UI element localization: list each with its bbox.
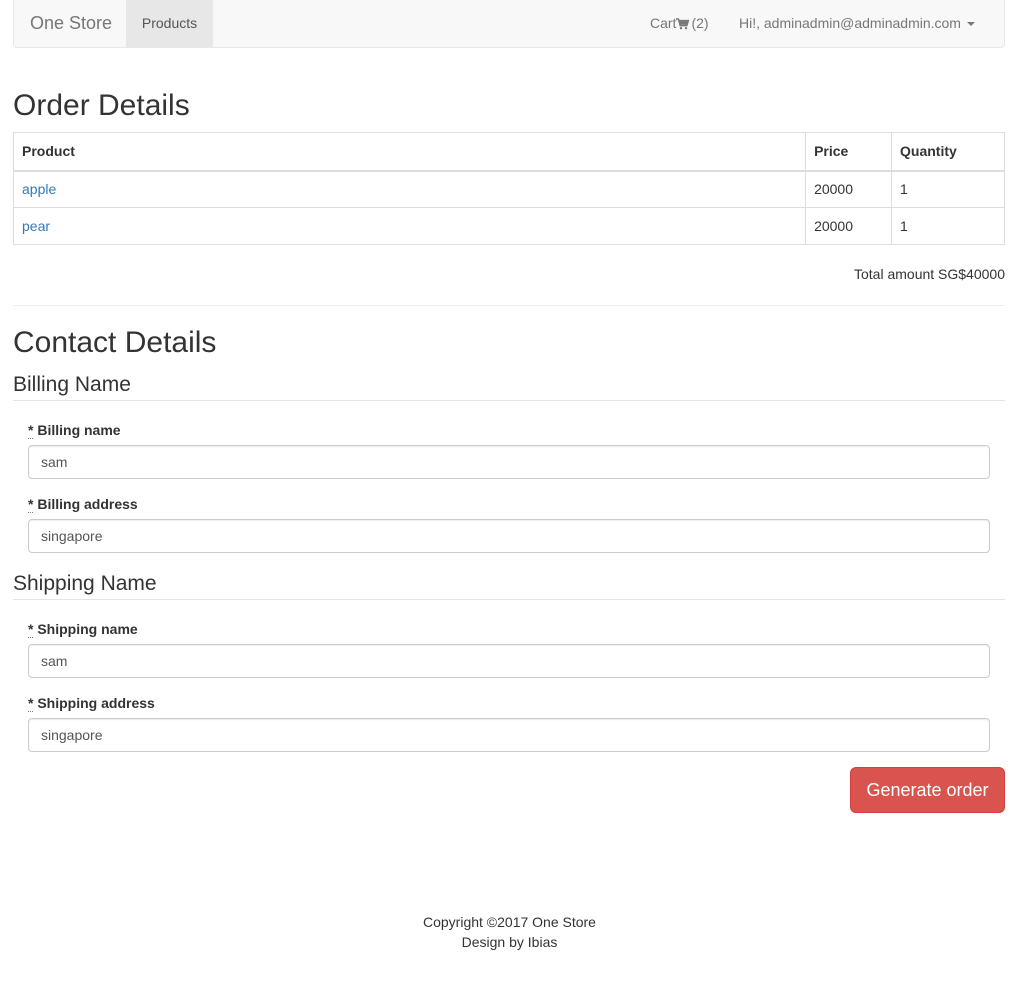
user-menu-dropdown[interactable]: Hi!, adminadmin@adminadmin.com bbox=[739, 0, 975, 47]
table-header-row: Product Price Quantity bbox=[12, 132, 1005, 172]
section-divider bbox=[13, 305, 1005, 306]
product-link[interactable]: pear bbox=[22, 218, 50, 234]
column-header-product: Product bbox=[12, 132, 807, 172]
shipping-heading: Shipping Name bbox=[13, 572, 1005, 601]
shopping-cart-icon bbox=[676, 18, 690, 30]
required-marker: * bbox=[28, 496, 34, 513]
column-header-quantity: Quantity bbox=[891, 132, 1005, 172]
required-marker: * bbox=[28, 422, 34, 439]
shipping-name-input[interactable] bbox=[28, 644, 990, 678]
required-marker: * bbox=[28, 621, 34, 638]
top-navbar: One Store Products Cart (2) Hi!, adminadm… bbox=[13, 0, 1005, 48]
cart-count: (2) bbox=[691, 15, 709, 31]
billing-address-label: * Billing address bbox=[28, 496, 138, 513]
column-header-price: Price bbox=[805, 132, 893, 172]
user-greeting: Hi!, adminadmin@adminadmin.com bbox=[739, 15, 961, 31]
footer-copyright: Copyright ©2017 One Store bbox=[423, 914, 596, 930]
shipping-name-label: * Shipping name bbox=[28, 621, 138, 638]
billing-name-input[interactable] bbox=[28, 445, 990, 479]
nav-cart-link[interactable]: Cart (2) bbox=[650, 0, 709, 47]
caret-down-icon bbox=[966, 22, 975, 26]
table-row: apple 20000 1 bbox=[12, 170, 1005, 208]
order-total: Total amount SG$40000 bbox=[854, 266, 1005, 282]
brand-link[interactable]: One Store bbox=[30, 0, 112, 47]
billing-address-input[interactable] bbox=[28, 519, 990, 553]
contact-details-title: Contact Details bbox=[13, 326, 217, 359]
product-cell: apple bbox=[12, 170, 807, 208]
order-table: Product Price Quantity apple 20000 1 pea… bbox=[12, 132, 1005, 245]
cart-label: Cart bbox=[650, 15, 677, 31]
quantity-cell: 1 bbox=[891, 170, 1005, 208]
nav-products-link[interactable]: Products bbox=[126, 0, 213, 47]
billing-name-label: * Billing name bbox=[28, 422, 121, 439]
shipping-address-label: * Shipping address bbox=[28, 695, 155, 712]
product-cell: pear bbox=[12, 207, 807, 245]
required-marker: * bbox=[28, 695, 34, 712]
order-details-title: Order Details bbox=[13, 89, 190, 122]
price-cell: 20000 bbox=[805, 207, 893, 245]
shipping-address-input[interactable] bbox=[28, 718, 990, 752]
footer-design: Design by Ibias bbox=[461, 934, 558, 950]
quantity-cell: 1 bbox=[891, 207, 1005, 245]
generate-order-button[interactable]: Generate order bbox=[850, 767, 1005, 813]
product-link[interactable]: apple bbox=[22, 181, 56, 197]
table-row: pear 20000 1 bbox=[12, 207, 1005, 245]
price-cell: 20000 bbox=[805, 170, 893, 208]
billing-heading: Billing Name bbox=[13, 373, 1005, 402]
